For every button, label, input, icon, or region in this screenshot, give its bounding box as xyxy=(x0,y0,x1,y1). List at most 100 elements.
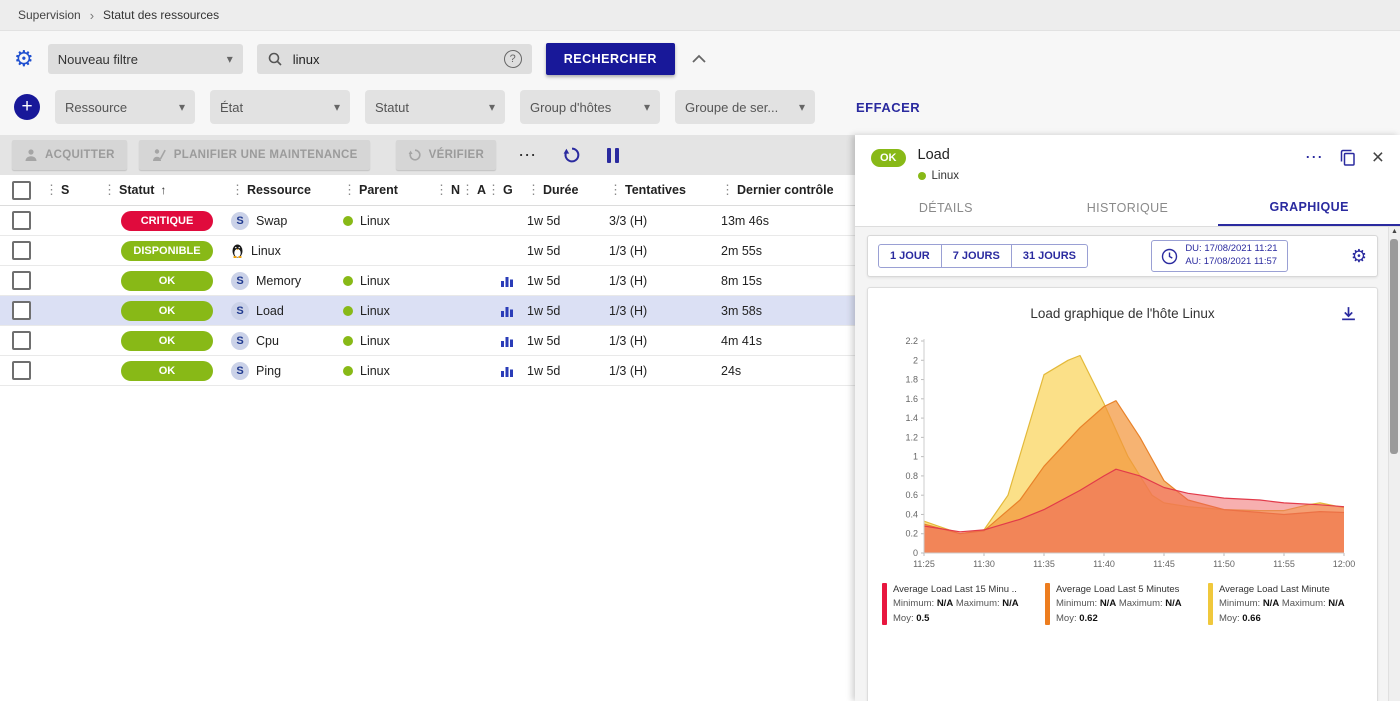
resource-name[interactable]: Load xyxy=(256,304,284,318)
breadcrumb-section[interactable]: Supervision xyxy=(18,8,81,22)
resource-name[interactable]: Swap xyxy=(256,214,287,228)
col-header-g[interactable]: ⋮ G xyxy=(487,182,527,198)
col-header-status[interactable]: ⋮ Statut ↑ xyxy=(103,182,231,198)
maintenance-button[interactable]: PLANIFIER UNE MAINTENANCE xyxy=(139,140,370,170)
search-box[interactable]: ? xyxy=(257,44,532,74)
legend-item[interactable]: Average Load Last 5 Minutes Minimum: N/A… xyxy=(1045,583,1200,626)
help-icon[interactable]: ? xyxy=(504,50,522,68)
col-header-n[interactable]: ⋮ N xyxy=(435,182,461,198)
tab-graphique[interactable]: GRAPHIQUE xyxy=(1218,190,1400,226)
check-button[interactable]: VÉRIFIER xyxy=(396,140,496,170)
chevron-down-icon: ▾ xyxy=(227,52,233,66)
table-row[interactable]: CRITIQUE S Swap Linux 1w 5d 3/3 (H) 13m … xyxy=(0,206,855,236)
table-row[interactable]: OK S Cpu Linux 1w 5d 1/3 (H) 4m 41s xyxy=(0,326,855,356)
more-actions-icon[interactable]: ⋯ xyxy=(518,145,537,166)
kebab-icon[interactable]: ⋮ xyxy=(527,182,540,198)
row-checkbox[interactable] xyxy=(12,331,31,350)
col-header-tries[interactable]: ⋮ Tentatives xyxy=(609,182,721,198)
panel-scrollbar[interactable]: ▲ xyxy=(1388,227,1400,701)
panel-more-icon[interactable]: ⋯ xyxy=(1305,147,1324,168)
table-row[interactable]: OK S Load Linux 1w 5d 1/3 (H) 3m 58s xyxy=(0,296,855,326)
parent-name[interactable]: Linux xyxy=(360,364,390,378)
kebab-icon[interactable]: ⋮ xyxy=(461,182,474,198)
date-range-picker[interactable]: DU: 17/08/2021 11:21 AU: 17/08/2021 11:5… xyxy=(1151,240,1287,272)
filter-settings-gear-icon[interactable]: ⚙ xyxy=(14,48,34,70)
panel-parent-name[interactable]: Linux xyxy=(932,170,960,182)
close-panel-icon[interactable]: × xyxy=(1372,149,1384,167)
graph-available-icon[interactable] xyxy=(500,334,514,348)
graph-available-icon[interactable] xyxy=(500,304,514,318)
clear-filters-button[interactable]: EFFACER xyxy=(856,100,920,115)
acknowledge-button[interactable]: ACQUITTER xyxy=(12,140,127,170)
kebab-icon[interactable]: ⋮ xyxy=(435,182,448,198)
range-button-31-jours[interactable]: 31 JOURS xyxy=(1011,244,1088,268)
col-header-parent[interactable]: ⋮ Parent xyxy=(343,182,435,198)
kebab-icon[interactable]: ⋮ xyxy=(231,182,244,198)
service-icon: S xyxy=(231,362,249,380)
table-row[interactable]: OK S Ping Linux 1w 5d 1/3 (H) 24s xyxy=(0,356,855,386)
kebab-icon[interactable]: ⋮ xyxy=(343,182,356,198)
range-button-7-jours[interactable]: 7 JOURS xyxy=(941,244,1012,268)
sort-asc-icon[interactable]: ↑ xyxy=(160,183,166,197)
download-graph-icon[interactable] xyxy=(1340,305,1357,325)
range-button-1-jour[interactable]: 1 JOUR xyxy=(878,244,942,268)
kebab-icon[interactable]: ⋮ xyxy=(45,182,58,198)
parent-name[interactable]: Linux xyxy=(360,304,390,318)
row-checkbox[interactable] xyxy=(12,361,31,380)
kebab-icon[interactable]: ⋮ xyxy=(609,182,622,198)
duration: 1w 5d xyxy=(527,334,609,348)
criteria-select[interactable]: Ressource ▾ xyxy=(55,90,195,124)
row-checkbox[interactable] xyxy=(12,271,31,290)
resource-name[interactable]: Memory xyxy=(256,274,301,288)
duration: 1w 5d xyxy=(527,364,609,378)
select-all-checkbox[interactable] xyxy=(12,181,31,200)
col-header-duration[interactable]: ⋮ Durée xyxy=(527,182,609,198)
tab-historique[interactable]: HISTORIQUE xyxy=(1037,190,1219,226)
search-input[interactable] xyxy=(291,51,496,68)
copy-link-icon[interactable] xyxy=(1340,149,1356,166)
svg-text:1.4: 1.4 xyxy=(905,413,918,423)
resource-name[interactable]: Cpu xyxy=(256,334,279,348)
kebab-icon[interactable]: ⋮ xyxy=(103,182,116,198)
status-badge: OK xyxy=(121,301,213,321)
legend-min-max: Minimum: N/A Maximum: N/A xyxy=(1056,597,1182,611)
legend-item[interactable]: Average Load Last 15 Minu .. Minimum: N/… xyxy=(882,583,1037,626)
kebab-icon[interactable]: ⋮ xyxy=(487,182,500,198)
parent-name[interactable]: Linux xyxy=(360,334,390,348)
graph-available-icon[interactable] xyxy=(500,274,514,288)
kebab-icon[interactable]: ⋮ xyxy=(721,182,734,198)
add-criteria-button[interactable]: + xyxy=(14,94,40,120)
row-checkbox[interactable] xyxy=(12,301,31,320)
criteria-select[interactable]: État ▾ xyxy=(210,90,350,124)
refresh-icon[interactable] xyxy=(563,146,581,164)
parent-name[interactable]: Linux xyxy=(360,274,390,288)
pause-icon[interactable] xyxy=(607,148,619,163)
table-row[interactable]: OK S Memory Linux 1w 5d 1/3 (H) 8m 15s xyxy=(0,266,855,296)
col-header-severity[interactable]: ⋮ S xyxy=(45,182,103,198)
collapse-filters-icon[interactable] xyxy=(691,54,707,64)
col-header-a[interactable]: ⋮ A xyxy=(461,182,487,198)
criteria-select[interactable]: Group d'hôtes ▾ xyxy=(520,90,660,124)
criteria-select[interactable]: Groupe de ser... ▾ xyxy=(675,90,815,124)
saved-filter-select[interactable]: Nouveau filtre ▾ xyxy=(48,44,243,74)
legend-item[interactable]: Average Load Last Minute Minimum: N/A Ma… xyxy=(1208,583,1363,626)
criteria-label: Group d'hôtes xyxy=(530,100,611,115)
resource-name[interactable]: Linux xyxy=(251,244,281,258)
parent-name[interactable]: Linux xyxy=(360,214,390,228)
last-check: 2m 55s xyxy=(721,244,855,258)
col-header-last-check[interactable]: ⋮ Dernier contrôle xyxy=(721,182,855,198)
graph-available-icon[interactable] xyxy=(500,364,514,378)
status-badge: OK xyxy=(121,361,213,381)
criteria-select[interactable]: Statut ▾ xyxy=(365,90,505,124)
table-row[interactable]: DISPONIBLE Linux 1w 5d 1/3 (H) 2m 55s xyxy=(0,236,855,266)
search-button[interactable]: RECHERCHER xyxy=(546,43,675,75)
row-checkbox[interactable] xyxy=(12,241,31,260)
graph-settings-gear-icon[interactable]: ⚙ xyxy=(1351,246,1367,267)
col-header-resource[interactable]: ⋮ Ressource xyxy=(231,182,343,198)
row-checkbox[interactable] xyxy=(12,211,31,230)
tab-dtails[interactable]: DÉTAILS xyxy=(855,190,1037,226)
resource-name[interactable]: Ping xyxy=(256,364,281,378)
service-icon: S xyxy=(231,272,249,290)
scrollbar-thumb[interactable] xyxy=(1390,239,1398,454)
scroll-up-icon[interactable]: ▲ xyxy=(1389,228,1400,235)
